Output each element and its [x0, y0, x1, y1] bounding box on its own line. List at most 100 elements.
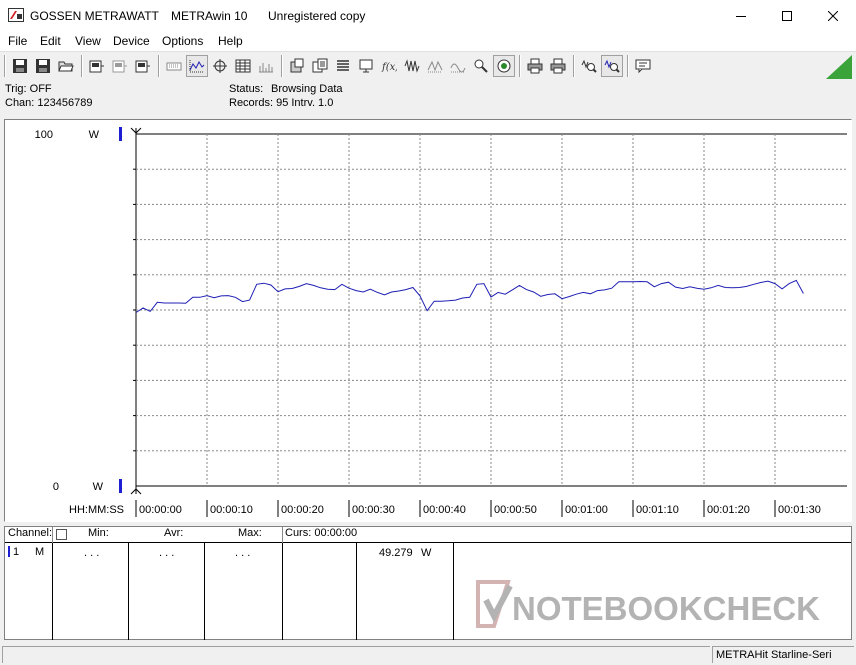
wave-button-3[interactable]: [447, 55, 469, 77]
zoom-fit-icon: [604, 59, 620, 73]
toolbar: f(x): [0, 51, 856, 79]
device-stop-button[interactable]: [132, 55, 154, 77]
title-bar: GOSSEN METRAWATT METRAwin 10 Unregistere…: [0, 0, 856, 31]
comment-icon: [635, 59, 651, 74]
menu-view[interactable]: View: [75, 34, 101, 48]
header-cursor: Curs: 00:00:00: [285, 527, 357, 543]
list-icon: [337, 60, 349, 71]
device-config-button[interactable]: [109, 55, 131, 77]
app-title: METRAwin 10: [171, 9, 248, 23]
y-max-marker[interactable]: [119, 127, 122, 141]
device-read-button[interactable]: [86, 55, 108, 77]
y-min-marker[interactable]: [119, 479, 122, 493]
trigger-status: Trig: OFF: [5, 83, 52, 95]
save-button[interactable]: [9, 55, 31, 77]
zoom-icon: [581, 59, 597, 73]
header-channel-label: Channel:: [8, 527, 53, 539]
x-tick-label: 00:00:30: [352, 504, 395, 516]
y-unit-label-bottom: W: [93, 481, 104, 493]
copy-button[interactable]: [309, 55, 331, 77]
row-value: 49.279: [379, 547, 413, 559]
export-icon: [290, 58, 304, 73]
status-label: Status:: [229, 83, 264, 95]
close-button[interactable]: [810, 0, 856, 31]
menu-edit[interactable]: Edit: [40, 34, 61, 48]
x-tick-label: 00:01:20: [707, 504, 750, 516]
series-line[interactable]: [135, 279, 804, 313]
autoscale-button[interactable]: [186, 55, 208, 77]
open-button[interactable]: [55, 55, 77, 77]
header-channel: Channel:: [8, 527, 52, 543]
y-min-label: 0: [53, 481, 59, 493]
maximize-button[interactable]: [764, 0, 810, 31]
zoom-fit-button[interactable]: [601, 55, 623, 77]
toolbar-separator: [627, 55, 629, 77]
toolbar-separator: [81, 55, 83, 77]
license-title: Unregistered copy: [268, 9, 366, 23]
y-max-label: 100: [35, 129, 53, 141]
x-tick-label: 00:00:50: [494, 504, 537, 516]
list-button[interactable]: [332, 55, 354, 77]
toolbar-separator: [281, 55, 283, 77]
brand-title: GOSSEN METRAWATT: [30, 9, 159, 23]
zoom-wave-button[interactable]: [470, 55, 492, 77]
histogram-button[interactable]: [255, 55, 277, 77]
header-min: Min:: [88, 527, 109, 543]
header-max-label: Max:: [238, 527, 262, 539]
x-tick-label: 00:00:20: [281, 504, 324, 516]
header-divider: [52, 527, 53, 543]
device-icon: [112, 60, 127, 73]
power-chart[interactable]: 100 W 0 W HH:MM:SS 00:00:00 00:00:10 00:00:20 00…: [5, 120, 851, 521]
device-name: METRAHit Starline-Seri: [716, 649, 832, 661]
zoom-button[interactable]: [578, 55, 600, 77]
minimize-button[interactable]: [718, 0, 764, 31]
row-min: . . .: [84, 547, 100, 559]
save-disk-icon: [13, 59, 27, 73]
x-tick-label: 00:01:30: [778, 504, 821, 516]
wave-icon: [427, 60, 443, 73]
chart-panel[interactable]: 100 W 0 W HH:MM:SS 00:00:00 00:00:10 00:00:20 00…: [4, 119, 852, 522]
wave-button-2[interactable]: [424, 55, 446, 77]
row-channel: 1: [13, 546, 20, 558]
save-as-button[interactable]: [32, 55, 54, 77]
table-view-button[interactable]: [232, 55, 254, 77]
menu-file[interactable]: File: [8, 34, 27, 48]
autoscale-icon: [189, 60, 205, 73]
close-icon: [828, 10, 838, 21]
status-bar: METRAHit Starline-Seri: [0, 643, 856, 665]
print-button[interactable]: [524, 55, 546, 77]
copy-icon: [312, 58, 328, 73]
print-icon: [527, 58, 543, 74]
x-axis-label: HH:MM:SS: [69, 504, 124, 516]
menu-device[interactable]: Device: [113, 34, 150, 48]
monitor-button[interactable]: [355, 55, 377, 77]
keyboard-button[interactable]: [163, 55, 185, 77]
header-cursor-label: Curs: 00:00:00: [285, 527, 358, 539]
table-view-icon: [235, 59, 251, 73]
channel-list: Chan: 123456789: [5, 97, 93, 109]
header-max: Max:: [238, 527, 262, 543]
x-tick-label: 00:01:10: [636, 504, 679, 516]
wave-button-1[interactable]: [401, 55, 423, 77]
channel-color-marker: [8, 546, 10, 557]
function-button[interactable]: f(x): [378, 55, 400, 77]
header-min-label: Min:: [88, 527, 109, 539]
export-button[interactable]: [286, 55, 308, 77]
function-icon: f(x): [381, 62, 397, 73]
watermark-check-icon: [476, 580, 513, 628]
print-preview-button[interactable]: [547, 55, 569, 77]
toolbar-separator: [573, 55, 575, 77]
channel-checkbox[interactable]: [56, 529, 67, 540]
info-panel: Trig: OFF Chan: 123456789 Status: Browsi…: [0, 80, 856, 116]
svg-text:f(x): f(x): [381, 62, 397, 73]
menu-help[interactable]: Help: [218, 34, 243, 48]
target-button[interactable]: [493, 55, 515, 77]
wave-icon: [404, 59, 420, 73]
comment-button[interactable]: [632, 55, 654, 77]
device-icon: [135, 60, 150, 73]
y-unit-label-top: W: [89, 129, 100, 141]
menu-options[interactable]: Options: [162, 34, 203, 48]
status-pane-device: METRAHit Starline-Seri: [712, 646, 854, 663]
device-icon: [89, 60, 104, 73]
cursor-button[interactable]: [209, 55, 231, 77]
